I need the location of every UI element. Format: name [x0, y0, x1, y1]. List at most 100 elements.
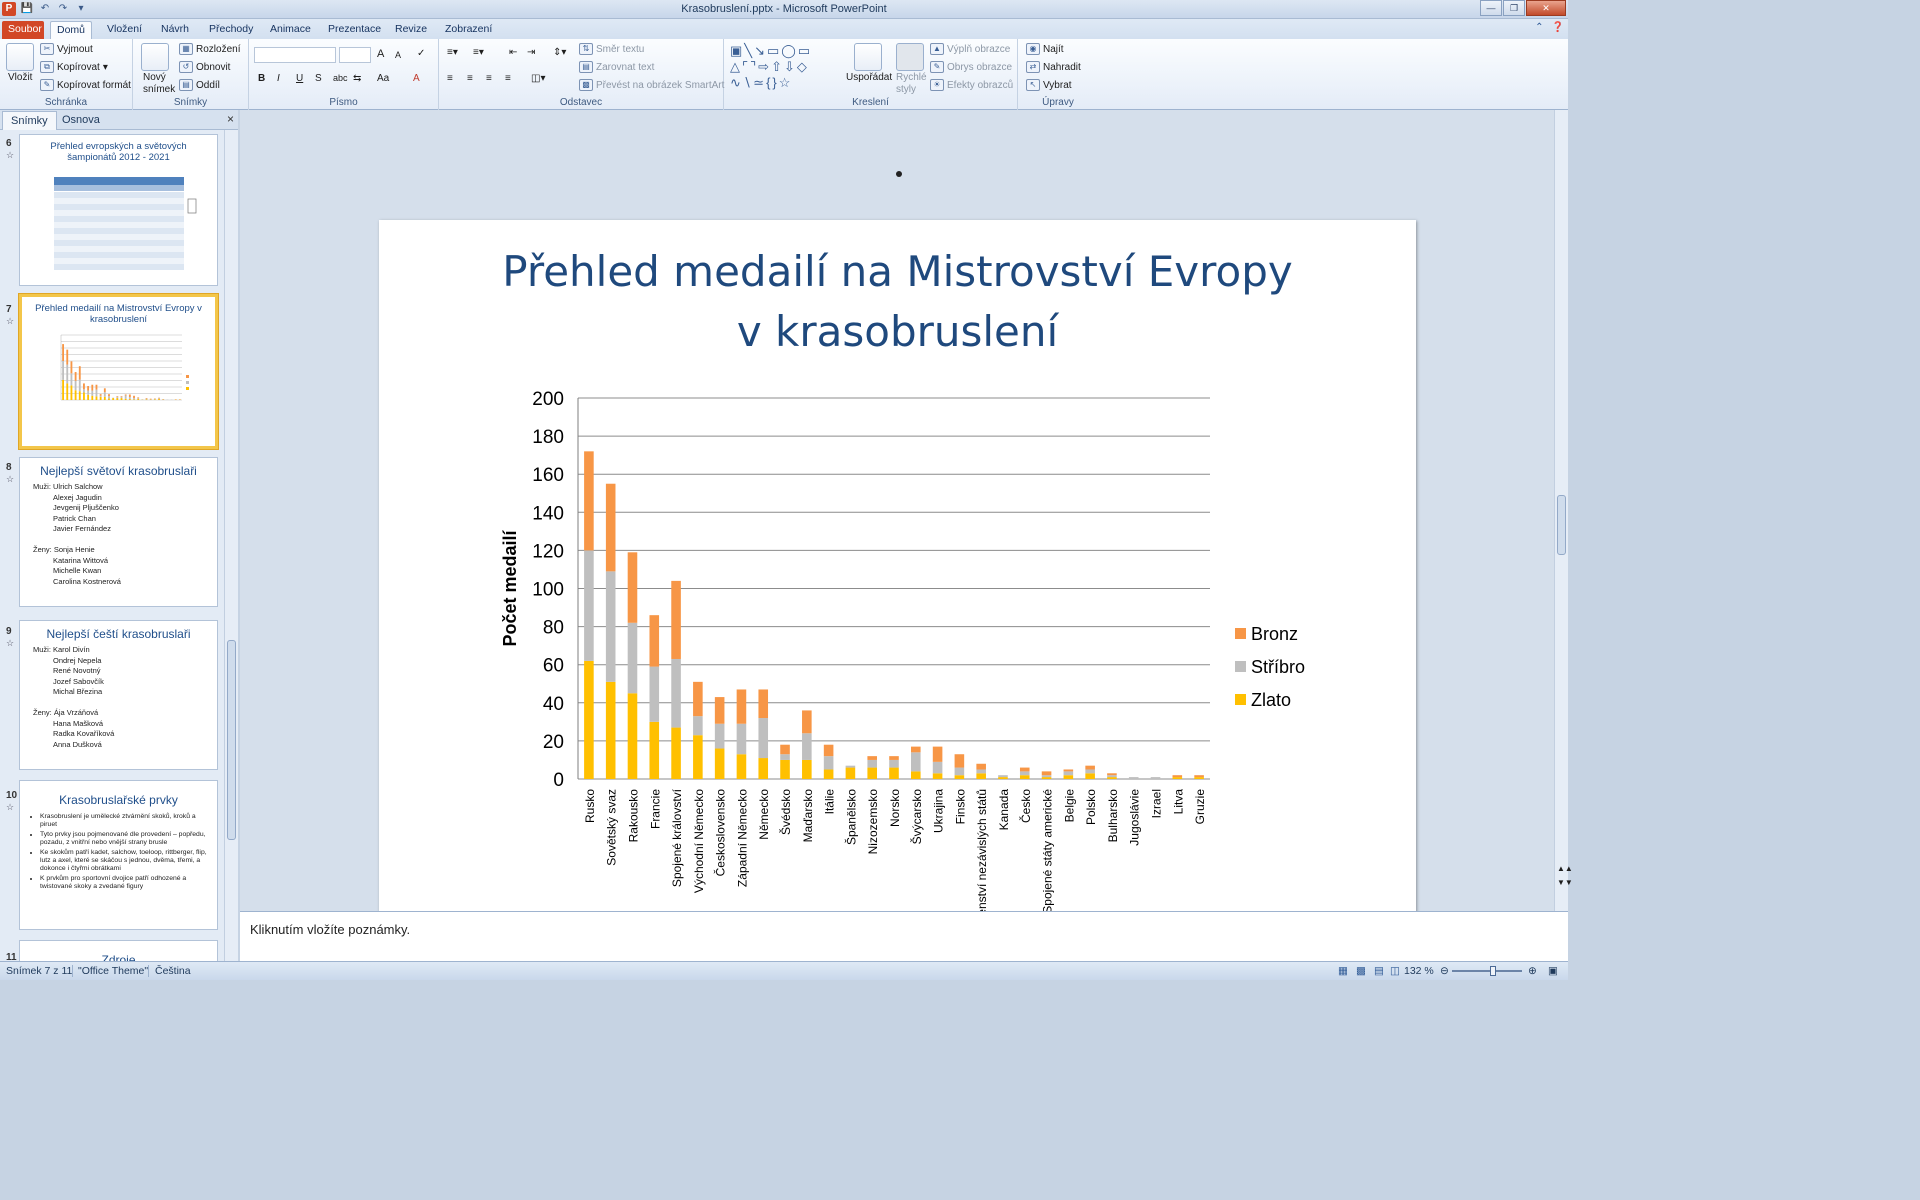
paste-button[interactable]: Vložit: [8, 72, 32, 83]
font-name-combo[interactable]: [254, 47, 336, 63]
next-slide-icon[interactable]: ▼▼: [1557, 878, 1573, 887]
align-text-button[interactable]: ▤ Zarovnat text: [579, 61, 654, 73]
numbering-icon[interactable]: ≡▾: [473, 47, 484, 58]
slide-title[interactable]: Přehled medailí na Mistrovství Evropy v …: [379, 242, 1416, 362]
shape-outline-button[interactable]: ✎ Obrys obrazce: [930, 61, 1012, 73]
align-left-icon[interactable]: ≡: [447, 73, 453, 84]
slide-thumbnail-11[interactable]: Zdroje: [19, 940, 218, 961]
arrange-button[interactable]: Uspořádat: [846, 72, 892, 83]
zoom-slider-knob[interactable]: [1490, 966, 1496, 976]
bar-segment: [758, 718, 769, 759]
language-indicator[interactable]: Čeština: [155, 965, 191, 977]
shapes-gallery-icon[interactable]: ▣╲↘▭◯▭: [730, 43, 812, 59]
find-button[interactable]: ◉ Najít: [1026, 43, 1064, 55]
tab-transitions[interactable]: Přechody: [203, 21, 259, 39]
close-window-button[interactable]: ✕: [1526, 0, 1566, 16]
thumb-bullet: K prvkům pro sportovní dvojice patří odh…: [40, 875, 209, 891]
tab-file[interactable]: Soubor: [2, 21, 44, 39]
scrollbar-thumb[interactable]: [1557, 495, 1566, 555]
smartart-button[interactable]: ▩ Převést na obrázek SmartArt: [579, 79, 724, 91]
slideshow-icon[interactable]: ◫: [1390, 965, 1400, 977]
restore-button[interactable]: ❐: [1503, 0, 1525, 16]
slide-thumbnail-6[interactable]: Přehled evropských a světových šampionát…: [19, 134, 218, 286]
select-button[interactable]: ↖ Vybrat: [1026, 79, 1072, 91]
character-spacing-button[interactable]: abc: [333, 73, 348, 83]
new-slide-button[interactable]: Nový snímek: [143, 72, 177, 96]
new-slide-icon[interactable]: [141, 43, 169, 71]
bold-button[interactable]: B: [258, 73, 265, 84]
decrease-indent-icon[interactable]: ⇤: [509, 47, 517, 58]
reset-button[interactable]: ↺ Obnovit: [179, 61, 230, 73]
section-button[interactable]: ▤ Oddíl: [179, 79, 220, 91]
shapes-gallery-row3-icon[interactable]: ∿∖≃{}☆: [730, 75, 792, 91]
zoom-slider[interactable]: [1452, 970, 1522, 972]
text-direction-button[interactable]: ⇅ Směr textu: [579, 43, 644, 55]
strikethrough-icon[interactable]: ⇆: [353, 73, 361, 84]
change-case-button[interactable]: Aa: [377, 73, 389, 84]
increase-indent-icon[interactable]: ⇥: [527, 47, 535, 58]
fit-to-window-icon[interactable]: ▣: [1548, 965, 1558, 977]
cut-label: Vyjmout: [57, 43, 93, 55]
zoom-out-icon[interactable]: ⊖: [1440, 965, 1449, 977]
quick-styles-button[interactable]: Rychlé styly: [896, 72, 927, 96]
zoom-in-icon[interactable]: ⊕: [1528, 965, 1537, 977]
tab-animations[interactable]: Animace: [264, 21, 317, 39]
close-panel-icon[interactable]: ×: [227, 112, 234, 126]
medal-chart[interactable]: 0 20 40 60 80 100 120 140 160 180 200 Rusko Sovětský…: [379, 370, 1416, 911]
slide-thumbnail-9[interactable]: Nejlepší čeští krasobruslaři Muži: Karol…: [19, 620, 218, 770]
tab-outline[interactable]: Osnova: [54, 111, 108, 130]
paste-icon[interactable]: [6, 43, 34, 71]
notes-pane[interactable]: Kliknutím vložíte poznámky.: [240, 911, 1568, 961]
slide-scrollbar[interactable]: ▲▲ ▼▼: [1554, 110, 1573, 911]
current-slide[interactable]: Přehled medailí na Mistrovství Evropy v …: [379, 220, 1416, 911]
help-icon[interactable]: ❓: [1552, 22, 1564, 33]
layout-button[interactable]: ▦ Rozložení: [179, 43, 240, 55]
previous-slide-icon[interactable]: ▲▲: [1557, 864, 1573, 873]
shape-effects-button[interactable]: ☀ Efekty obrazců: [930, 79, 1013, 91]
theme-name[interactable]: "Office Theme": [78, 965, 148, 977]
slide-thumbnail-10[interactable]: Krasobruslařské prvky Krasobruslení je u…: [19, 780, 218, 930]
scrollbar-thumb[interactable]: [227, 640, 236, 840]
italic-button[interactable]: I: [277, 73, 280, 84]
align-center-icon[interactable]: ≡: [467, 73, 473, 84]
justify-icon[interactable]: ≡: [505, 73, 511, 84]
slide-thumbnail-7[interactable]: Přehled medailí na Mistrovství Evropy v …: [19, 294, 218, 449]
cut-button[interactable]: ✂ Vyjmout: [40, 43, 93, 55]
copy-button[interactable]: ⧉ Kopírovat ▾: [40, 61, 108, 73]
tab-design[interactable]: Návrh: [155, 21, 195, 39]
normal-view-icon[interactable]: ▦: [1338, 965, 1348, 977]
format-painter-button[interactable]: ✎ Kopírovat formát: [40, 79, 131, 91]
font-size-combo[interactable]: [339, 47, 371, 63]
arrange-icon[interactable]: [854, 43, 882, 71]
replace-button[interactable]: ⇄ Nahradit: [1026, 61, 1081, 73]
reading-view-icon[interactable]: ▤: [1374, 965, 1384, 977]
tab-home[interactable]: Domů: [50, 21, 93, 39]
tab-slideshow[interactable]: Prezentace: [322, 21, 387, 39]
font-color-button[interactable]: A: [413, 73, 420, 84]
grow-font-button[interactable]: A: [377, 48, 384, 60]
slide-sorter-icon[interactable]: ▩: [1356, 965, 1366, 977]
minimize-button[interactable]: —: [1480, 0, 1502, 16]
slides-panel-scrollbar[interactable]: [224, 130, 238, 961]
quick-styles-icon[interactable]: [896, 43, 924, 71]
tab-slides[interactable]: Snímky: [2, 111, 57, 130]
align-right-icon[interactable]: ≡: [486, 73, 492, 84]
underline-button[interactable]: U: [296, 73, 303, 84]
minimize-ribbon-icon[interactable]: ⌃: [1535, 22, 1543, 33]
tab-review[interactable]: Revize: [389, 21, 433, 39]
tab-view[interactable]: Zobrazení: [439, 21, 498, 39]
bullets-icon[interactable]: ≡▾: [447, 47, 458, 58]
shadow-button[interactable]: S: [315, 73, 322, 84]
shape-fill-button[interactable]: ▲ Výplň obrazce: [930, 43, 1010, 55]
shrink-font-button[interactable]: A: [395, 50, 401, 60]
zoom-level[interactable]: 132 %: [1404, 965, 1434, 977]
slide-thumbnail-8[interactable]: Nejlepší světoví krasobruslaři Muži: Ulr…: [19, 457, 218, 607]
selection-handle[interactable]: [896, 171, 902, 177]
line-spacing-icon[interactable]: ⇕▾: [553, 47, 566, 58]
tab-insert[interactable]: Vložení: [101, 21, 148, 39]
shapes-gallery-row2-icon[interactable]: △⌜⌝⇨⇧⇩◇: [730, 59, 809, 75]
bar-segment: [120, 398, 123, 400]
columns-icon[interactable]: ◫▾: [531, 73, 545, 84]
notes-placeholder[interactable]: Kliknutím vložíte poznámky.: [250, 922, 410, 937]
clear-formatting-icon[interactable]: ✓: [417, 48, 425, 59]
